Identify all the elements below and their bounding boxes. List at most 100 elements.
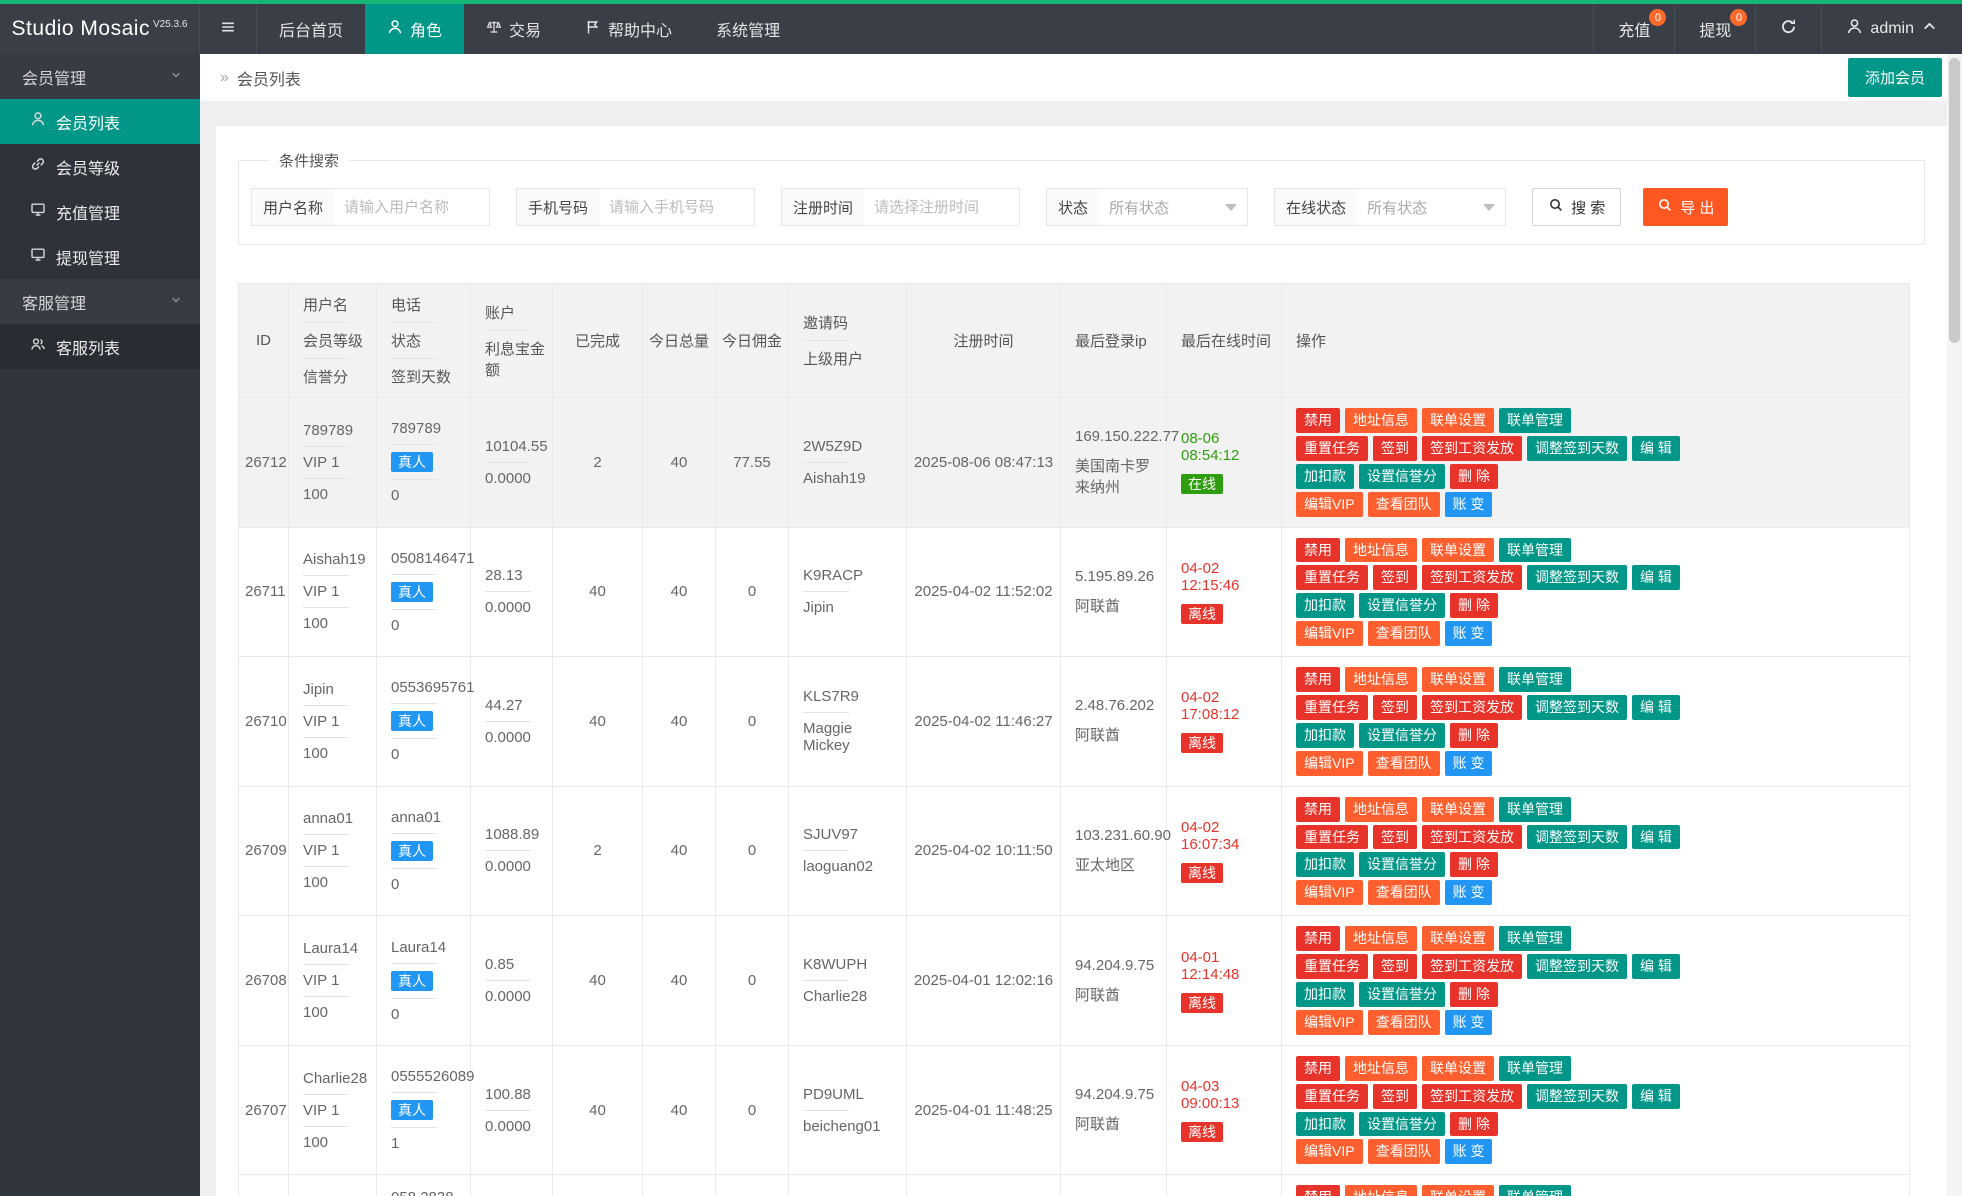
view-team-button[interactable]: 查看团队 [1367,1009,1440,1035]
set-credit-button[interactable]: 设置信誉分 [1359,722,1445,748]
address-info-button[interactable]: 地址信息 [1345,408,1417,433]
nav-item-dashboard[interactable]: 后台首页 [257,4,365,54]
checkin-salary-button[interactable]: 签到工资发放 [1422,1083,1522,1109]
checkin-salary-button[interactable]: 签到工资发放 [1422,565,1522,591]
linked-order-settings-button[interactable]: 联单设置 [1422,796,1494,822]
reset-task-button[interactable]: 重置任务 [1296,565,1368,591]
add-deduct-button[interactable]: 加扣款 [1296,982,1354,1007]
edit-vip-button[interactable]: 编辑VIP [1296,491,1363,517]
delete-button[interactable]: 删 除 [1450,722,1498,748]
add-member-button[interactable]: 添加会员 [1847,58,1942,97]
edit-vip-button[interactable]: 编辑VIP [1296,750,1363,776]
sidebar-item-member-level[interactable]: 会员等级 [0,144,200,189]
edit-vip-button[interactable]: 编辑VIP [1296,880,1363,906]
sidebar-item-member-list[interactable]: 会员列表 [0,99,200,144]
linked-order-manage-button[interactable]: 联单管理 [1499,408,1571,433]
disable-button[interactable]: 禁用 [1296,537,1340,563]
adjust-checkin-days-button[interactable]: 调整签到天数 [1527,565,1627,591]
adjust-checkin-days-button[interactable]: 调整签到天数 [1527,954,1627,980]
reset-task-button[interactable]: 重置任务 [1296,1083,1368,1109]
linked-order-manage-button[interactable]: 联单管理 [1499,537,1571,563]
delete-button[interactable]: 删 除 [1450,593,1498,619]
nav-item-system[interactable]: 系统管理 [694,4,802,54]
address-info-button[interactable]: 地址信息 [1345,537,1417,563]
register-time-input[interactable] [864,189,1020,225]
nav-item-roles[interactable]: 角色 [365,4,465,54]
sidebar-toggle-button[interactable] [200,4,257,54]
set-credit-button[interactable]: 设置信誉分 [1359,463,1445,489]
username-input[interactable] [334,189,490,225]
edit-button[interactable]: 编 辑 [1632,565,1680,591]
reset-task-button[interactable]: 重置任务 [1296,435,1368,461]
edit-button[interactable]: 编 辑 [1632,954,1680,980]
checkin-button[interactable]: 签到 [1373,824,1417,850]
set-credit-button[interactable]: 设置信誉分 [1359,593,1445,619]
user-menu[interactable]: admin [1821,4,1962,54]
adjust-checkin-days-button[interactable]: 调整签到天数 [1527,1083,1627,1109]
linked-order-settings-button[interactable]: 联单设置 [1422,1185,1494,1196]
disable-button[interactable]: 禁用 [1296,408,1340,433]
edit-vip-button[interactable]: 编辑VIP [1296,1009,1363,1035]
checkin-button[interactable]: 签到 [1373,954,1417,980]
export-button[interactable]: 导 出 [1643,188,1729,226]
checkin-salary-button[interactable]: 签到工资发放 [1422,695,1522,720]
adjust-checkin-days-button[interactable]: 调整签到天数 [1527,435,1627,461]
reset-task-button[interactable]: 重置任务 [1296,954,1368,980]
sidebar-group-service-management[interactable]: 客服管理 [0,279,200,324]
checkin-button[interactable]: 签到 [1373,1083,1417,1109]
disable-button[interactable]: 禁用 [1296,1055,1340,1081]
set-credit-button[interactable]: 设置信誉分 [1359,852,1445,878]
view-team-button[interactable]: 查看团队 [1367,621,1440,647]
disable-button[interactable]: 禁用 [1296,926,1340,952]
address-info-button[interactable]: 地址信息 [1345,667,1417,693]
set-credit-button[interactable]: 设置信誉分 [1359,1111,1445,1137]
address-info-button[interactable]: 地址信息 [1345,1185,1417,1196]
linked-order-manage-button[interactable]: 联单管理 [1499,926,1571,952]
linked-order-manage-button[interactable]: 联单管理 [1499,667,1571,693]
linked-order-manage-button[interactable]: 联单管理 [1499,796,1571,822]
address-info-button[interactable]: 地址信息 [1345,926,1417,952]
delete-button[interactable]: 删 除 [1450,982,1498,1007]
sidebar-item-recharge-management[interactable]: 充值管理 [0,189,200,234]
reset-task-button[interactable]: 重置任务 [1296,824,1368,850]
sidebar-group-member-management[interactable]: 会员管理 [0,54,200,99]
phone-input[interactable] [599,189,755,225]
balance-change-button[interactable]: 账 变 [1444,1139,1493,1165]
address-info-button[interactable]: 地址信息 [1345,796,1417,822]
add-deduct-button[interactable]: 加扣款 [1296,1111,1354,1137]
sidebar-item-service-list[interactable]: 客服列表 [0,324,200,369]
sidebar-item-withdraw-management[interactable]: 提现管理 [0,234,200,279]
disable-button[interactable]: 禁用 [1296,667,1340,693]
linked-order-settings-button[interactable]: 联单设置 [1422,926,1494,952]
adjust-checkin-days-button[interactable]: 调整签到天数 [1527,695,1627,720]
checkin-button[interactable]: 签到 [1373,435,1417,461]
search-button[interactable]: 搜 索 [1532,188,1622,226]
checkin-salary-button[interactable]: 签到工资发放 [1422,435,1522,461]
linked-order-settings-button[interactable]: 联单设置 [1422,408,1494,433]
refresh-button[interactable] [1755,4,1821,54]
checkin-button[interactable]: 签到 [1373,695,1417,720]
recharge-menu-item[interactable]: 充值 0 [1593,4,1674,54]
reset-task-button[interactable]: 重置任务 [1296,695,1368,720]
view-team-button[interactable]: 查看团队 [1367,880,1440,906]
delete-button[interactable]: 删 除 [1450,852,1498,878]
add-deduct-button[interactable]: 加扣款 [1296,593,1354,619]
add-deduct-button[interactable]: 加扣款 [1296,463,1354,489]
view-team-button[interactable]: 查看团队 [1367,750,1440,776]
balance-change-button[interactable]: 账 变 [1444,621,1493,647]
edit-vip-button[interactable]: 编辑VIP [1296,621,1363,647]
balance-change-button[interactable]: 账 变 [1444,750,1493,776]
delete-button[interactable]: 删 除 [1450,463,1498,489]
view-team-button[interactable]: 查看团队 [1367,491,1440,517]
linked-order-settings-button[interactable]: 联单设置 [1422,537,1494,563]
window-scrollbar[interactable] [1947,54,1962,1196]
address-info-button[interactable]: 地址信息 [1345,1055,1417,1081]
disable-button[interactable]: 禁用 [1296,1185,1340,1196]
view-team-button[interactable]: 查看团队 [1367,1139,1440,1165]
adjust-checkin-days-button[interactable]: 调整签到天数 [1527,824,1627,850]
withdraw-menu-item[interactable]: 提现 0 [1674,4,1755,54]
delete-button[interactable]: 删 除 [1450,1111,1498,1137]
balance-change-button[interactable]: 账 变 [1444,1009,1493,1035]
nav-item-trade[interactable]: 交易 [464,4,563,54]
set-credit-button[interactable]: 设置信誉分 [1359,982,1445,1007]
